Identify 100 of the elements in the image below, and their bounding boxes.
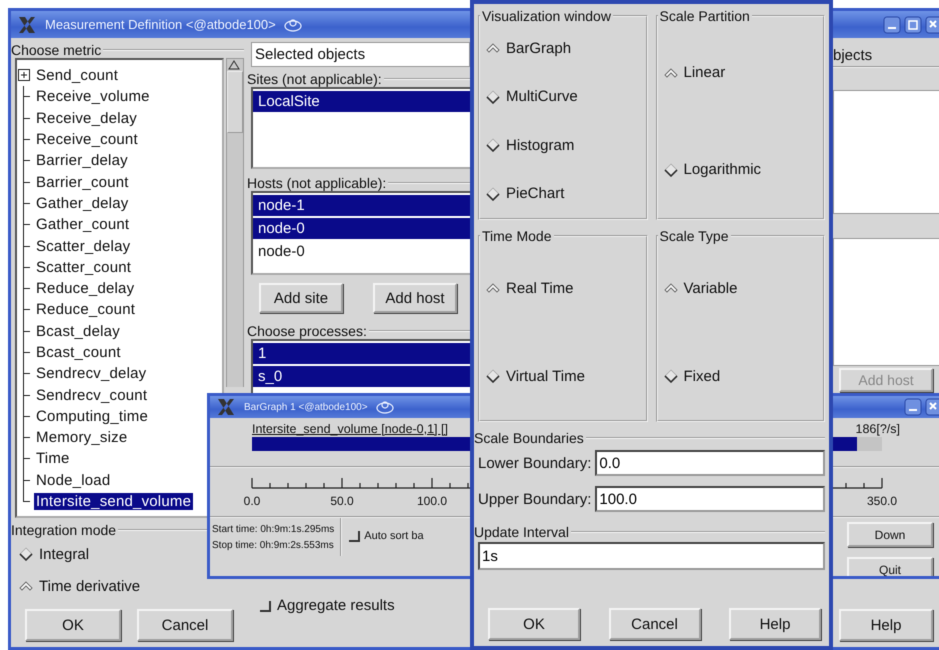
radio-label: PieChart xyxy=(506,185,564,202)
object-filter-combo[interactable]: Selected objects xyxy=(251,42,470,67)
maximize-icon[interactable] xyxy=(904,16,922,34)
close-icon[interactable] xyxy=(925,16,939,34)
group-label: Choose processes: xyxy=(246,323,368,339)
radio-label: Variable xyxy=(684,280,738,296)
tree-item[interactable]: Computing_time xyxy=(34,408,150,425)
list-item[interactable]: s_0 xyxy=(253,366,470,387)
group-label: Scale Type xyxy=(658,228,730,244)
swirl-icon xyxy=(376,400,394,414)
tree-item[interactable]: Sendrecv_delay xyxy=(34,365,148,382)
radio-selected-icon[interactable] xyxy=(664,283,678,293)
tree-item[interactable]: Send_count xyxy=(34,67,120,84)
radio-unselected-icon[interactable] xyxy=(664,369,678,383)
radio-label: BarGraph xyxy=(506,40,572,57)
tree-item[interactable]: Bcast_count xyxy=(34,344,123,361)
radio-unselected-icon[interactable] xyxy=(486,369,500,383)
add-button[interactable]: Add host xyxy=(373,283,457,313)
list-item[interactable]: node-0 xyxy=(253,218,470,239)
tree-item[interactable]: Reduce_count xyxy=(34,301,138,318)
tree-item[interactable]: Receive_delay xyxy=(34,110,139,127)
radio-selected-icon[interactable] xyxy=(664,68,678,78)
radio-unselected-icon[interactable] xyxy=(486,90,500,104)
radio-selected-icon[interactable] xyxy=(486,283,500,293)
radio-label: Integral xyxy=(39,546,90,562)
list-item[interactable]: LocalSite xyxy=(253,91,470,112)
radio-unselected-icon[interactable] xyxy=(486,138,500,152)
checkbox-label: Auto sort ba xyxy=(364,530,424,542)
bar-value: 186[?/s] xyxy=(856,422,900,436)
tree-item[interactable]: Time xyxy=(34,450,72,468)
bargraph-button[interactable]: Quit xyxy=(847,557,933,576)
help-button[interactable]: Help xyxy=(839,609,933,641)
interval-field[interactable]: 1s xyxy=(478,542,825,570)
boundary-field[interactable]: 0.0 xyxy=(595,450,825,476)
expand-icon[interactable] xyxy=(18,69,31,82)
dialog-button[interactable]: Cancel xyxy=(137,609,233,641)
radio-label: Time derivative xyxy=(39,578,140,594)
dialog-button[interactable]: Cancel xyxy=(608,608,700,640)
add-button[interactable]: Add site xyxy=(259,283,343,313)
list-box[interactable] xyxy=(833,90,939,214)
checkbox-icon[interactable] xyxy=(348,530,360,542)
group-label: Update Interval xyxy=(473,524,570,540)
radio-unselected-icon[interactable] xyxy=(664,162,678,176)
tree-item[interactable]: Gather_count xyxy=(34,216,132,234)
tree-item[interactable]: Gather_delay xyxy=(34,194,130,212)
axis-label: 350.0 xyxy=(866,494,898,508)
tree-item[interactable]: Intersite_send_volume xyxy=(34,493,194,510)
radio-label: MultiCurve xyxy=(506,88,578,106)
scrollbar[interactable] xyxy=(226,58,244,387)
list-item[interactable]: node-0 xyxy=(253,241,470,262)
group-label: Choose metric xyxy=(11,42,102,58)
filter-text: bjects xyxy=(833,46,872,64)
group-label: Time Mode xyxy=(481,228,553,244)
boundary-field[interactable]: 100.0 xyxy=(595,486,825,512)
radio-label: Fixed xyxy=(684,368,720,384)
swirl-icon xyxy=(284,18,302,32)
x-logo-icon[interactable] xyxy=(216,398,236,416)
bargraph-button[interactable]: Down xyxy=(847,522,933,547)
bar-label: Intersite_send_volume [node-0,1] [] xyxy=(252,422,448,436)
radio-label: Linear xyxy=(684,64,726,81)
radio-unselected-icon[interactable] xyxy=(486,186,500,201)
tree-item[interactable]: Barrier_delay xyxy=(34,152,130,170)
list-item[interactable]: 1 xyxy=(253,343,470,364)
radio-selected-icon[interactable] xyxy=(486,43,500,54)
tree-item[interactable]: Scatter_delay xyxy=(34,238,132,255)
scroll-thumb[interactable] xyxy=(227,71,243,133)
scroll-up-icon[interactable] xyxy=(227,59,241,71)
window-title: BarGraph 1 <@atbode100> xyxy=(244,402,368,412)
radio-label: Virtual Time xyxy=(506,368,585,384)
minimize-icon[interactable] xyxy=(904,398,922,416)
close-icon[interactable] xyxy=(925,398,939,416)
x-logo-icon[interactable] xyxy=(17,16,37,34)
tree-item[interactable]: Barrier_count xyxy=(34,174,131,191)
axis-label: 50.0 xyxy=(330,494,354,508)
tree-item[interactable]: Receive_count xyxy=(34,131,140,148)
tree-item[interactable]: Sendrecv_count xyxy=(34,386,150,404)
tree-item[interactable]: Memory_size xyxy=(34,429,130,446)
window-title: Measurement Definition <@atbode100> xyxy=(45,17,276,32)
group-label: Hosts (not applicable): xyxy=(246,175,388,191)
group-label: Scale Partition xyxy=(658,8,751,24)
minimize-icon[interactable] xyxy=(883,16,901,34)
tree-item[interactable]: Receive_volume xyxy=(34,88,152,106)
group-label: Sites (not applicable): xyxy=(246,71,383,87)
dialog-button[interactable]: OK xyxy=(25,609,121,641)
tree-item[interactable]: Bcast_delay xyxy=(34,322,122,340)
radio-label: Logarithmic xyxy=(684,161,762,178)
radio-selected-icon[interactable] xyxy=(19,581,33,591)
group-label: Visualization window xyxy=(481,8,612,24)
checkbox-icon[interactable] xyxy=(259,600,271,612)
tree-item[interactable]: Reduce_delay xyxy=(34,280,136,298)
radio-unselected-icon[interactable] xyxy=(19,547,33,561)
group-label: Scale Boundaries xyxy=(473,430,585,446)
list-item[interactable]: node-1 xyxy=(253,195,470,216)
axis-label: 0.0 xyxy=(244,494,260,508)
tree-item[interactable]: Node_load xyxy=(34,472,112,489)
list-box[interactable] xyxy=(833,238,939,366)
dialog-button[interactable]: Help xyxy=(729,608,821,640)
tree-item[interactable]: Scatter_count xyxy=(34,258,134,276)
start-time: Start time: 0h:9m:1s.295ms xyxy=(212,523,334,537)
dialog-button[interactable]: OK xyxy=(488,608,580,640)
